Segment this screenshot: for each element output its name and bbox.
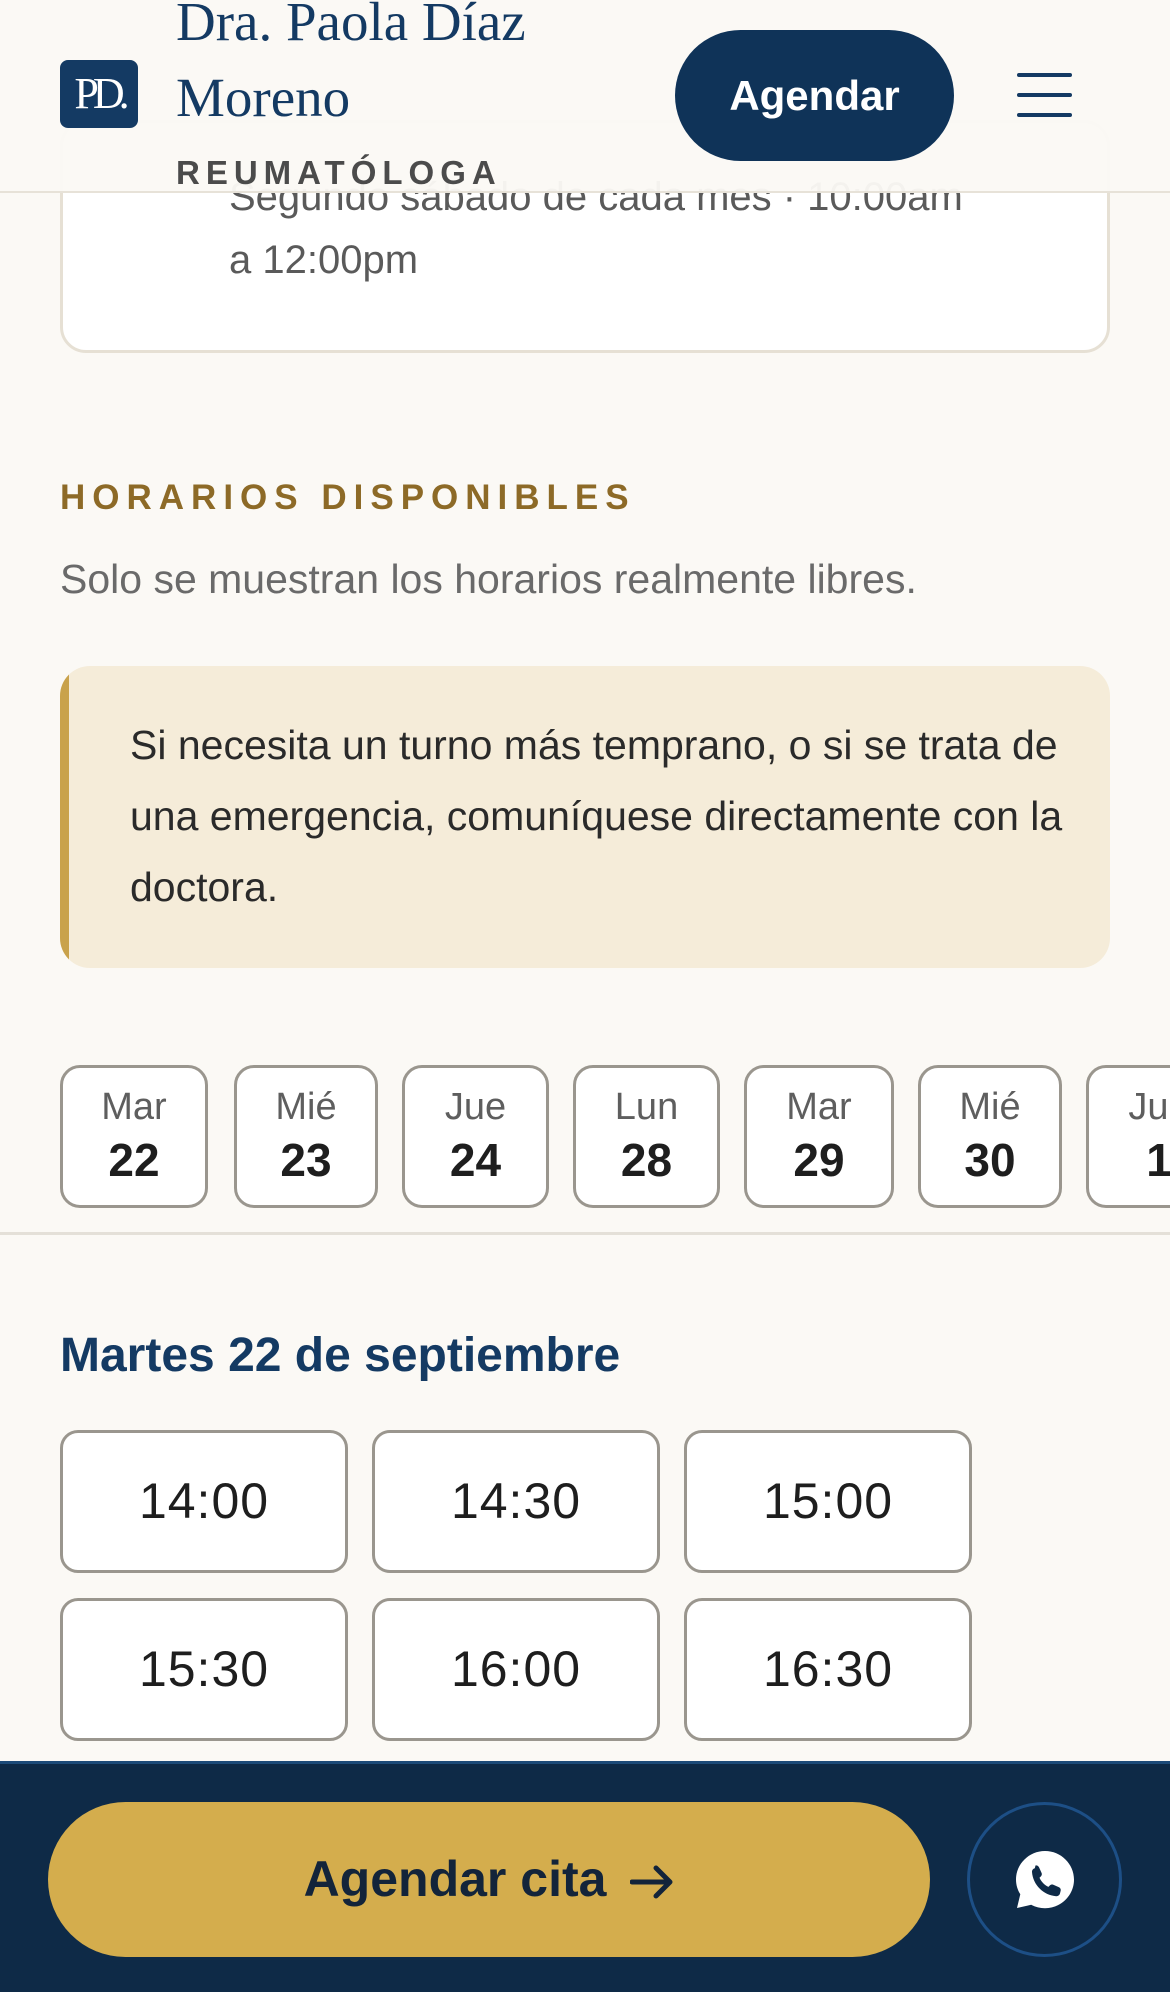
day-selector[interactable]: Mar 22 Mié 23 Jue 24 Lun 28 Mar 29 Mié 3…: [0, 1065, 1170, 1235]
doctor-name-line1: Dra. Paola Díaz: [176, 0, 526, 52]
day-name: Mié: [275, 1086, 337, 1128]
day-pill[interactable]: Mié 30: [918, 1065, 1062, 1208]
section-subtitle: Solo se muestran los horarios realmente …: [60, 556, 917, 602]
day-name: Mar: [786, 1086, 852, 1128]
day-number: 30: [964, 1134, 1016, 1186]
time-slot-button[interactable]: 16:30: [684, 1598, 972, 1741]
hamburger-menu-icon[interactable]: [1017, 73, 1072, 117]
logo-icon[interactable]: PD.: [60, 60, 138, 128]
day-pill[interactable]: Mar 22: [60, 1065, 208, 1208]
day-pill[interactable]: Mié 23: [234, 1065, 378, 1208]
selected-date-heading: Martes 22 de septiembre: [60, 1329, 621, 1382]
site-header: PD. Dra. Paola Díaz Moreno REUMATÓLOGA A…: [0, 0, 1170, 193]
day-number: 22: [108, 1134, 160, 1186]
day-name: Jue: [444, 1086, 507, 1128]
day-name: Mié: [959, 1086, 1021, 1128]
day-number: 24: [449, 1134, 502, 1186]
divider: [0, 1232, 1170, 1235]
book-appointment-button[interactable]: Agendar cita: [48, 1802, 930, 1957]
doctor-specialty: REUMATÓLOGA: [176, 154, 502, 191]
bottom-action-bar: Agendar cita: [0, 1761, 1170, 1992]
day-pill[interactable]: Jue 1: [1086, 1065, 1170, 1208]
day-number: 28: [620, 1134, 673, 1186]
day-name: Lun: [614, 1086, 679, 1128]
day-pill[interactable]: Jue 24: [402, 1065, 549, 1208]
whatsapp-button[interactable]: [967, 1802, 1122, 1957]
time-slot-button[interactable]: 16:00: [372, 1598, 660, 1741]
schedule-text-line2: a 12:00pm: [229, 238, 419, 282]
time-slot-button[interactable]: 14:00: [60, 1430, 348, 1573]
doctor-name-line2: Moreno: [176, 67, 351, 128]
day-number: 29: [793, 1134, 845, 1186]
day-name: Jue: [1128, 1086, 1170, 1128]
emergency-notice: Si necesita un turno más temprano, o si …: [60, 666, 1110, 968]
time-slot-button[interactable]: 14:30: [372, 1430, 660, 1573]
day-number: 23: [280, 1134, 332, 1186]
header-book-button[interactable]: Agendar: [675, 30, 954, 161]
time-slot-button[interactable]: 15:00: [684, 1430, 972, 1573]
day-pill[interactable]: Lun 28: [573, 1065, 720, 1208]
whatsapp-icon: [1016, 1851, 1074, 1909]
time-slot-button[interactable]: 15:30: [60, 1598, 348, 1741]
arrow-right-icon: [629, 1805, 674, 1960]
book-appointment-label: Agendar cita: [303, 1851, 607, 1907]
section-eyebrow: HORARIOS DISPONIBLES: [60, 478, 636, 517]
day-name: Mar: [101, 1086, 167, 1128]
day-pill[interactable]: Mar 29: [744, 1065, 894, 1208]
notice-text: Si necesita un turno más temprano, o si …: [130, 722, 1063, 910]
day-number: 1: [1146, 1134, 1170, 1186]
doctor-name[interactable]: Dra. Paola Díaz Moreno: [176, 0, 526, 136]
